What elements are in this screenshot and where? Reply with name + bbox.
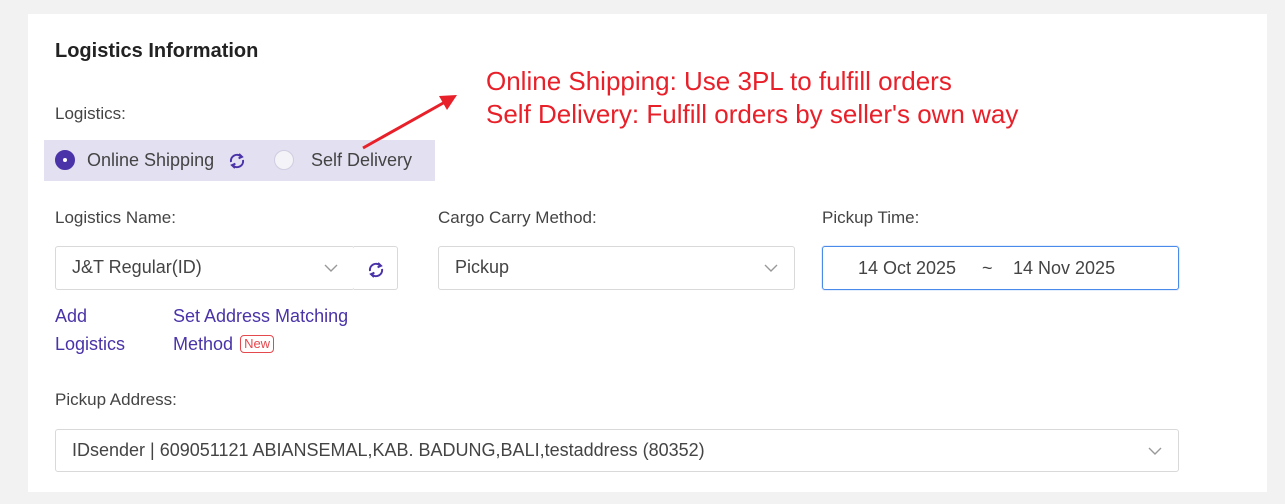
address-matching-link[interactable]: Set Address Matching Method New: [173, 302, 348, 358]
pickup-end-date[interactable]: 14 Nov 2025: [1013, 258, 1115, 279]
cargo-carry-label: Cargo Carry Method:: [438, 208, 597, 227]
address-matching-line1: Set Address Matching: [173, 306, 349, 326]
logistics-name-label: Logistics Name:: [55, 208, 176, 227]
annotation-line1: Online Shipping: Use 3PL to fulfill orde…: [486, 66, 952, 96]
logistics-name-value: J&T Regular(ID): [72, 257, 202, 277]
date-range-separator: ~: [982, 258, 993, 278]
pickup-address-label: Pickup Address:: [55, 390, 177, 409]
cargo-carry-select[interactable]: Pickup: [438, 246, 795, 290]
section-title: Logistics Information: [55, 40, 259, 62]
sync-icon: [368, 262, 384, 278]
add-logistics-link[interactable]: Add Logistics: [55, 302, 125, 358]
refresh-logistics-button[interactable]: [354, 246, 398, 290]
cargo-carry-value: Pickup: [455, 257, 510, 277]
chevron-down-icon: [764, 264, 778, 272]
self-delivery-radio[interactable]: [274, 150, 294, 170]
logistics-label: Logistics:: [55, 104, 126, 123]
pickup-time-range[interactable]: 14 Oct 2025 ~ 14 Nov 2025: [822, 246, 1179, 290]
logistics-name-select[interactable]: J&T Regular(ID): [55, 246, 355, 290]
pickup-address-value: IDsender | 609051121 ABIANSEMAL,KAB. BAD…: [72, 440, 705, 460]
new-badge: New: [240, 335, 275, 353]
self-delivery-label[interactable]: Self Delivery: [311, 150, 412, 171]
online-shipping-label[interactable]: Online Shipping: [87, 150, 214, 171]
annotation-line2: Self Delivery: Fulfill orders by seller'…: [486, 99, 1019, 129]
add-logistics-line1: Add: [55, 306, 88, 326]
pickup-address-select[interactable]: IDsender | 609051121 ABIANSEMAL,KAB. BAD…: [55, 429, 1179, 472]
annotation-arrow: [362, 95, 457, 150]
online-shipping-radio[interactable]: [55, 150, 75, 170]
pickup-time-label: Pickup Time:: [822, 208, 920, 227]
chevron-down-icon: [1148, 447, 1162, 455]
chevron-down-icon: [324, 264, 338, 272]
pickup-start-date[interactable]: 14 Oct 2025: [858, 258, 956, 279]
address-matching-line2: Method: [173, 334, 234, 354]
add-logistics-line2: Logistics: [55, 334, 126, 354]
sync-icon[interactable]: [226, 150, 248, 172]
